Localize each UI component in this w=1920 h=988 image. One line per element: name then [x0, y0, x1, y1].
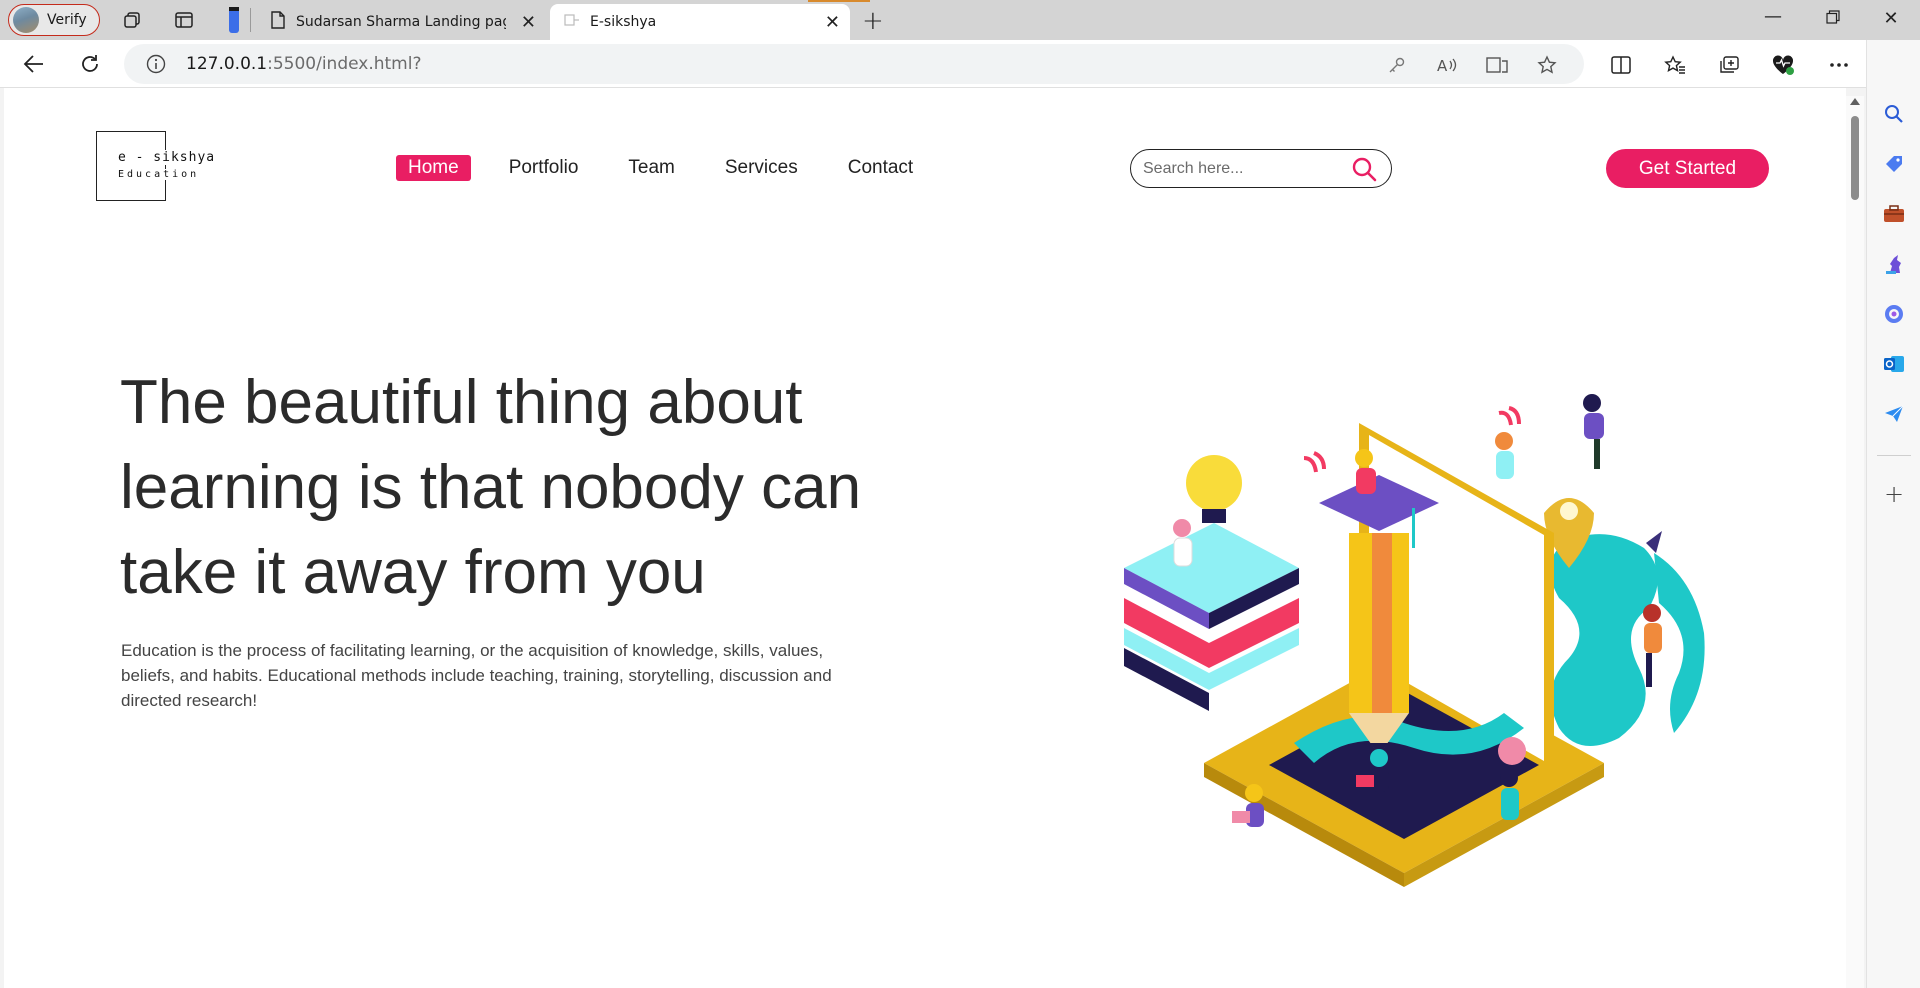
- page-icon: [564, 13, 580, 31]
- favorite-star-icon[interactable]: [1536, 54, 1558, 76]
- tab-actions-icon[interactable]: [172, 8, 196, 32]
- tab-e-sikshya[interactable]: E-sikshya ✕: [550, 4, 850, 40]
- page-icon: [270, 11, 286, 33]
- search-icon[interactable]: [1882, 102, 1906, 126]
- search-box: [1130, 149, 1392, 188]
- immersive-reader-icon[interactable]: [1486, 54, 1508, 76]
- workspaces-icon[interactable]: [120, 8, 144, 32]
- copilot-app-icon[interactable]: [1882, 302, 1906, 326]
- education-illustration: [1124, 394, 1734, 887]
- restore-icon[interactable]: [1818, 8, 1848, 29]
- new-tab-icon[interactable]: +: [862, 6, 884, 36]
- nav-team[interactable]: Team: [616, 155, 686, 181]
- books-illustration: [1124, 455, 1299, 711]
- refresh-icon[interactable]: [76, 50, 104, 78]
- more-icon[interactable]: [1826, 52, 1852, 78]
- address-bar-row: 127.0.0.1:5500/index.html? A: [0, 40, 1920, 88]
- url-host: 127.0.0.1: [186, 54, 268, 74]
- sidebar-divider: [1877, 455, 1911, 456]
- close-window-icon[interactable]: ✕: [1876, 8, 1906, 29]
- close-tab-icon[interactable]: ✕: [825, 12, 840, 33]
- nav-contact[interactable]: Contact: [836, 155, 925, 181]
- tab-landing-page[interactable]: Sudarsan Sharma Landing page | ✕: [256, 4, 546, 40]
- nav-home[interactable]: Home: [396, 155, 471, 181]
- profile-label: Verify: [47, 12, 87, 28]
- scroll-up-icon[interactable]: [1850, 98, 1860, 105]
- send-icon[interactable]: [1882, 402, 1906, 426]
- browser-tab-bar: Verify Sudarsan Sharma Landing page | ✕ …: [0, 0, 1920, 40]
- scroll-thumb[interactable]: [1851, 116, 1859, 200]
- collections-icon[interactable]: [1716, 52, 1742, 78]
- site-info-icon[interactable]: [146, 54, 166, 78]
- read-aloud-icon[interactable]: A: [1436, 54, 1458, 76]
- logo-frame[interactable]: [96, 131, 166, 201]
- vertical-tabs-icon[interactable]: [222, 7, 246, 33]
- main-nav: Home Portfolio Team Services Contact: [396, 155, 951, 181]
- search-input[interactable]: [1143, 158, 1343, 180]
- tab-loading-indicator: [808, 0, 870, 2]
- profile-button[interactable]: Verify: [8, 4, 100, 36]
- add-icon[interactable]: +: [1882, 480, 1906, 508]
- tab-divider: [250, 8, 251, 32]
- url-path: :5500/index.html?: [267, 54, 422, 74]
- minimize-icon[interactable]: —: [1758, 6, 1788, 27]
- browser-essentials-icon[interactable]: [1770, 52, 1796, 78]
- outlook-icon[interactable]: [1882, 352, 1906, 376]
- address-bar[interactable]: 127.0.0.1:5500/index.html? A: [124, 44, 1584, 84]
- close-tab-icon[interactable]: ✕: [521, 12, 536, 33]
- tab-title: E-sikshya: [590, 14, 657, 30]
- tab-title: Sudarsan Sharma Landing page |: [296, 14, 506, 30]
- hero-title: The beautiful thing about learning is th…: [120, 368, 862, 607]
- briefcase-icon[interactable]: [1882, 202, 1906, 226]
- logo-name: e - sikshya: [118, 150, 218, 165]
- nav-services[interactable]: Services: [713, 155, 810, 181]
- search-icon[interactable]: [1351, 156, 1377, 186]
- get-started-button[interactable]: Get Started: [1606, 149, 1769, 188]
- edge-sidebar: +: [1866, 40, 1920, 988]
- page-scrollbar[interactable]: [1846, 96, 1864, 988]
- favorites-icon[interactable]: [1662, 52, 1688, 78]
- page-viewport: e - sikshya Education Home Portfolio Tea…: [4, 88, 1846, 988]
- chess-icon[interactable]: [1882, 252, 1906, 276]
- nav-portfolio[interactable]: Portfolio: [497, 155, 591, 181]
- back-icon[interactable]: [20, 50, 48, 78]
- hero-description: Education is the process of facilitating…: [121, 641, 832, 710]
- svg-text:A: A: [1437, 57, 1448, 74]
- tag-icon[interactable]: [1882, 152, 1906, 176]
- avatar: [13, 7, 39, 33]
- split-screen-icon[interactable]: [1608, 52, 1634, 78]
- key-icon[interactable]: [1386, 54, 1408, 76]
- logo-subtitle: Education: [118, 169, 200, 180]
- url-text: 127.0.0.1:5500/index.html?: [186, 54, 422, 74]
